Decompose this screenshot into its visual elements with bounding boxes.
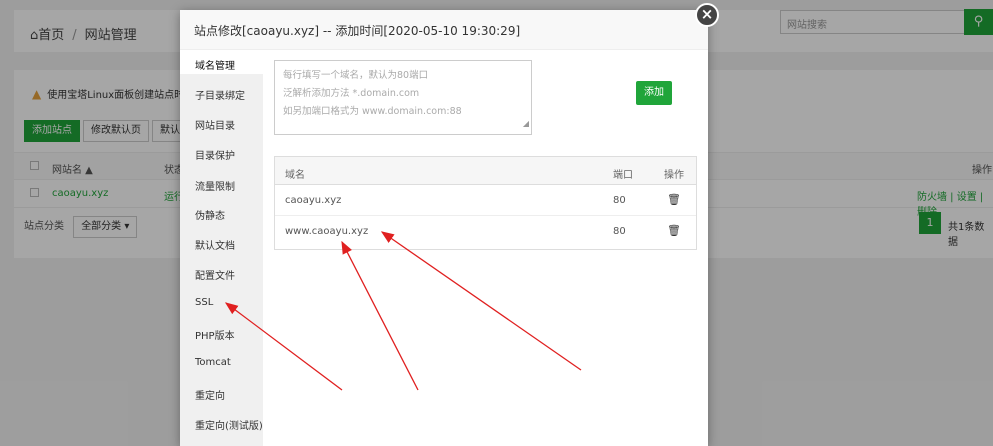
annotation-arrows — [224, 231, 582, 391]
arrow-to-domain-2 — [380, 231, 582, 371]
arrow-to-domain-1 — [341, 240, 419, 391]
arrow-to-ssl — [224, 302, 343, 391]
